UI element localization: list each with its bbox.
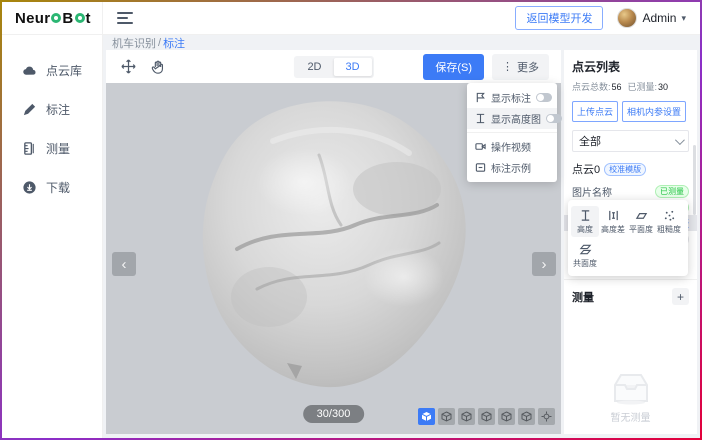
logo-text-2: B (62, 10, 73, 27)
empty-state: 暂无测量 (572, 371, 689, 424)
add-measurement-button[interactable]: + (672, 288, 689, 305)
gear-icon (51, 13, 61, 23)
mode-3d-button[interactable]: 3D (334, 58, 372, 76)
panel-title: 点云列表 (572, 58, 689, 75)
sidebar-item-download[interactable]: 下载 (2, 168, 102, 207)
image-counter: 30/300 (303, 405, 365, 423)
tooth-3d-model[interactable] (169, 97, 499, 397)
header-bar: 返回模型开发 Admin ▾ (103, 2, 700, 35)
status-badge: 已测量 (655, 185, 689, 198)
hand-tool-icon[interactable] (148, 57, 168, 77)
video-icon (475, 141, 486, 152)
view-orientation-buttons (418, 408, 555, 425)
menu-item-show-heightmap[interactable]: 显示高度图 (467, 108, 557, 129)
template-tag: 校准模版 (604, 163, 646, 176)
breadcrumb: 机车识别 / 标注 (106, 35, 697, 50)
sidebar-item-pointcloud-library[interactable]: 点云库 (2, 51, 102, 90)
view-cube-front-button[interactable] (438, 408, 455, 425)
download-icon (22, 180, 37, 195)
empty-box-icon (609, 371, 653, 405)
view-cube-back-button[interactable] (458, 408, 475, 425)
image-list-item[interactable]: 图片名称 已测量 (564, 183, 697, 199)
camera-params-button[interactable]: 相机内参设置 (622, 101, 686, 122)
coplanarity-icon (579, 243, 592, 256)
tool-flatness[interactable]: 平面度 (627, 206, 655, 237)
canvas-toolbar: 2D 3D 保存(S) ⋮ 更多 (106, 50, 561, 83)
more-dropdown-menu: 显示标注 显示高度图 操作视频 (467, 83, 557, 182)
height-icon (579, 209, 592, 222)
canvas-card: 2D 3D 保存(S) ⋮ 更多 (106, 50, 561, 434)
tool-height-diff[interactable]: 高度差 (599, 206, 627, 237)
chevron-down-icon (675, 135, 685, 145)
collapse-sidebar-icon[interactable] (117, 12, 133, 24)
view-reset-button[interactable] (538, 408, 555, 425)
total-count: 56 (612, 82, 622, 92)
top-header: Neur Bt 返回模型开发 Admin ▾ (2, 2, 700, 35)
example-frame-icon (475, 162, 486, 173)
panel-stats: 点云总数:56 已测量:30 (572, 80, 689, 93)
filter-select[interactable]: 全部 (572, 130, 689, 152)
measurement-title: 测量 (572, 289, 594, 305)
user-menu[interactable]: Admin ▾ (617, 8, 686, 28)
back-to-model-dev-button[interactable]: 返回模型开发 (515, 6, 603, 30)
sidebar-item-annotate[interactable]: 标注 (2, 90, 102, 129)
more-button[interactable]: ⋮ 更多 (492, 54, 549, 80)
sidebar: 点云库 标注 测量 下载 (2, 35, 103, 438)
flag-icon (475, 92, 486, 103)
roughness-icon (663, 209, 676, 222)
ruler-icon (22, 141, 37, 156)
app-window: Neur Bt 返回模型开发 Admin ▾ 点云库 标注 (0, 0, 702, 440)
chevron-down-icon: ▾ (681, 13, 686, 24)
crosshair-icon (541, 411, 552, 422)
more-dots-icon: ⋮ (502, 60, 513, 73)
tool-height[interactable]: 高度 (571, 206, 599, 237)
gear-icon (75, 13, 85, 23)
menu-item-show-annotation[interactable]: 显示标注 (467, 87, 557, 108)
prev-image-button[interactable]: ‹ (112, 252, 136, 276)
show-heightmap-toggle[interactable] (546, 114, 562, 123)
measured-count: 30 (658, 82, 668, 92)
tool-coplanarity[interactable]: 共面度 (571, 240, 599, 271)
menu-item-tutorial-video[interactable]: 操作视频 (467, 136, 557, 157)
view-cube-left-button[interactable] (478, 408, 495, 425)
app-logo: Neur Bt (15, 10, 91, 27)
user-name: Admin (642, 11, 676, 25)
mode-2d-button[interactable]: 2D (295, 58, 333, 76)
measure-tool-palette: 高度 高度差 平面度 粗糙度 (568, 200, 688, 276)
next-image-button[interactable]: › (532, 252, 556, 276)
height-diff-icon (607, 209, 620, 222)
logo-text-3: t (86, 10, 91, 27)
panel-scrollbar[interactable] (693, 145, 696, 215)
view-mode-toggle: 2D 3D (293, 56, 373, 78)
measurement-section: 测量 + 暂无测量 (564, 279, 697, 424)
move-tool-icon[interactable] (118, 57, 138, 77)
flatness-icon (635, 209, 648, 222)
height-icon (475, 113, 486, 124)
cloud-icon (22, 63, 37, 78)
upload-pointcloud-button[interactable]: 上传点云 (572, 101, 618, 122)
logo-text-1: Neur (15, 10, 50, 27)
view-cube-top-button[interactable] (518, 408, 535, 425)
empty-text: 暂无测量 (611, 409, 651, 424)
pointcloud-panel: 点云列表 点云总数:56 已测量:30 上传点云 相机内参设置 全部 (564, 50, 697, 434)
avatar (617, 8, 637, 28)
sidebar-item-measure[interactable]: 测量 (2, 129, 102, 168)
save-button[interactable]: 保存(S) (423, 54, 484, 80)
breadcrumb-current: 标注 (163, 35, 185, 51)
view-cube-right-button[interactable] (498, 408, 515, 425)
show-annotation-toggle[interactable] (536, 93, 552, 102)
breadcrumb-parent[interactable]: 机车识别 (112, 35, 156, 51)
tool-roughness[interactable]: 粗糙度 (655, 206, 683, 237)
menu-item-annotation-example[interactable]: 标注示例 (467, 157, 557, 178)
logo-area: Neur Bt (2, 2, 103, 35)
menu-divider (467, 132, 557, 133)
pen-icon (22, 102, 37, 117)
pointcloud-group-row[interactable]: 点云0 校准模版 (572, 161, 689, 177)
view-cube-iso-button[interactable] (418, 408, 435, 425)
